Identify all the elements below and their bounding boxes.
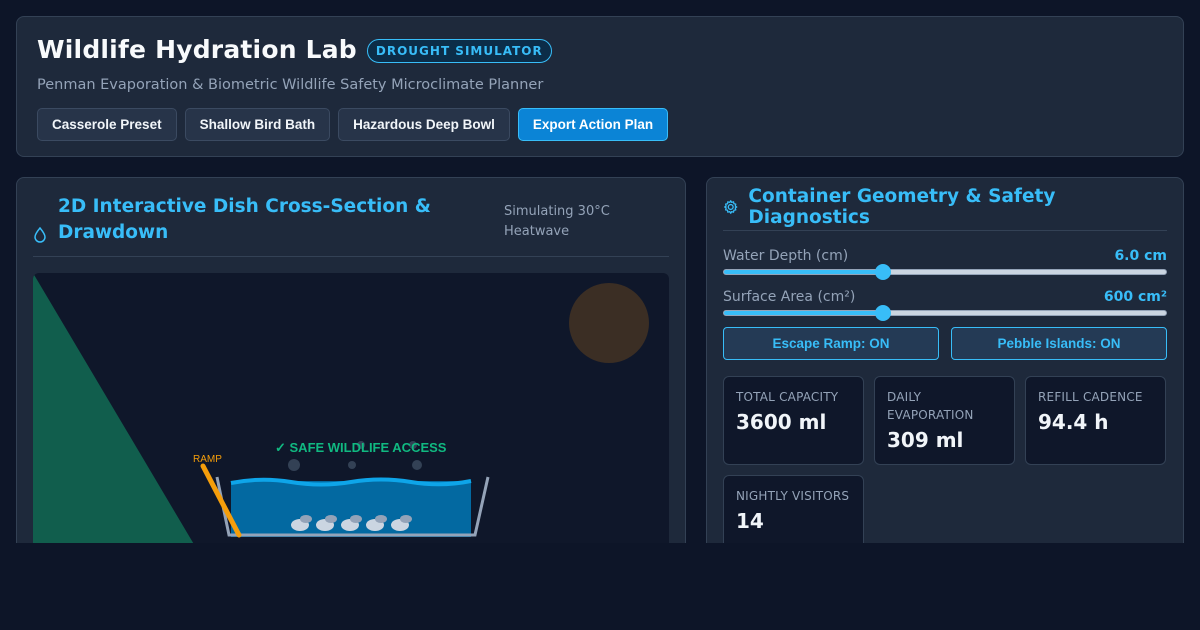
pebble	[350, 515, 362, 523]
total-capacity-label: TOTAL CAPACITY	[736, 390, 839, 404]
pebble	[300, 515, 312, 523]
shallow-bird-bath-button[interactable]: Shallow Bird Bath	[184, 108, 331, 141]
water-depth-control: Water Depth (cm) 6.0 cm	[723, 248, 1167, 280]
header-card: Wildlife Hydration Lab DROUGHT SIMULATOR…	[16, 16, 1184, 157]
sun-icon	[569, 283, 649, 363]
pebble	[400, 515, 412, 523]
escape-ramp-toggle[interactable]: Escape Ramp: ON	[723, 327, 939, 360]
preset-toolbar: Casserole Preset Shallow Bird Bath Hazar…	[37, 108, 1163, 141]
app-title: Wildlife Hydration Lab	[37, 35, 357, 64]
dish-cross-section-canvas[interactable]: ✓ SAFE WILDLIFE ACCESS RAMP	[33, 273, 669, 556]
water-depth-slider-fill	[724, 270, 884, 274]
surface-area-slider-thumb[interactable]	[875, 305, 892, 321]
dish-cross-section-panel: 2D Interactive Dish Cross-Section & Draw…	[16, 177, 686, 557]
surface-area-control: Surface Area (cm²) 600 cm²	[723, 289, 1167, 321]
total-capacity-value: 3600 ml	[736, 410, 827, 434]
dish-cross-section-svg: ✓ SAFE WILDLIFE ACCESS RAMP	[33, 273, 649, 556]
drought-simulator-badge: DROUGHT SIMULATOR	[366, 38, 552, 63]
refill-cadence-label: REFILL CADENCE	[1038, 390, 1143, 404]
pebble-islands-toggle[interactable]: Pebble Islands: ON	[951, 327, 1167, 360]
daily-evaporation-label: DAILY EVAPORATION	[887, 390, 974, 422]
terrain-slope	[33, 273, 201, 556]
total-capacity-card: TOTAL CAPACITY 3600 ml	[723, 376, 864, 465]
water-depth-label: Water Depth (cm)	[723, 248, 849, 264]
feature-toggles: Escape Ramp: ON Pebble Islands: ON	[723, 327, 1167, 360]
nightly-visitors-label: NIGHTLY VISITORS	[736, 489, 850, 503]
evaporation-particle	[412, 460, 422, 470]
pebble	[375, 515, 387, 523]
safe-access-label: ✓ SAFE WILDLIFE ACCESS	[275, 440, 447, 455]
water-drop-icon	[34, 227, 46, 243]
daily-evaporation-value: 309 ml	[887, 428, 964, 452]
export-action-plan-button[interactable]: Export Action Plan	[517, 108, 669, 141]
water-depth-label-row: Water Depth (cm) 6.0 cm	[723, 248, 1167, 264]
dish-panel-title: 2D Interactive Dish Cross-Section & Draw…	[58, 196, 431, 243]
diagnostics-panel: Container Geometry & Safety Diagnostics …	[706, 177, 1184, 557]
evaporation-particle	[348, 461, 356, 469]
stats-grid: TOTAL CAPACITY 3600 ml DAILY EVAPORATION…	[723, 376, 1167, 556]
water-depth-slider-thumb[interactable]	[875, 264, 892, 280]
surface-area-value: 600 cm²	[1103, 289, 1167, 305]
refill-cadence-value: 94.4 h	[1038, 410, 1109, 434]
casserole-preset-button[interactable]: Casserole Preset	[37, 108, 177, 141]
title-row: Wildlife Hydration Lab DROUGHT SIMULATOR	[37, 35, 1163, 64]
hazardous-deep-bowl-button[interactable]: Hazardous Deep Bowl	[338, 108, 510, 141]
daily-evaporation-card: DAILY EVAPORATION 309 ml	[874, 376, 1015, 465]
diagnostics-header: Container Geometry & Safety Diagnostics	[723, 178, 1167, 231]
ramp-label: RAMP	[193, 454, 222, 465]
diagnostics-title: Container Geometry & Safety Diagnostics	[748, 185, 1056, 228]
surface-area-slider-fill	[724, 311, 884, 315]
evaporation-particle	[288, 459, 300, 471]
water-depth-value: 6.0 cm	[1114, 248, 1167, 264]
viewport-bottom-area	[0, 543, 1200, 630]
surface-area-label-row: Surface Area (cm²) 600 cm²	[723, 289, 1167, 305]
app-subtitle: Penman Evaporation & Biometric Wildlife …	[37, 77, 544, 93]
heatwave-simulation-label: Simulating 30°C Heatwave	[504, 204, 610, 239]
surface-area-slider[interactable]	[723, 305, 1167, 321]
surface-area-label: Surface Area (cm²)	[723, 289, 856, 305]
pebble	[325, 515, 337, 523]
refill-cadence-card: REFILL CADENCE 94.4 h	[1025, 376, 1166, 465]
dish-panel-header: 2D Interactive Dish Cross-Section & Draw…	[33, 194, 669, 257]
nightly-visitors-value: 14	[736, 509, 764, 533]
water-depth-slider[interactable]	[723, 264, 1167, 280]
gear-icon	[724, 199, 738, 214]
